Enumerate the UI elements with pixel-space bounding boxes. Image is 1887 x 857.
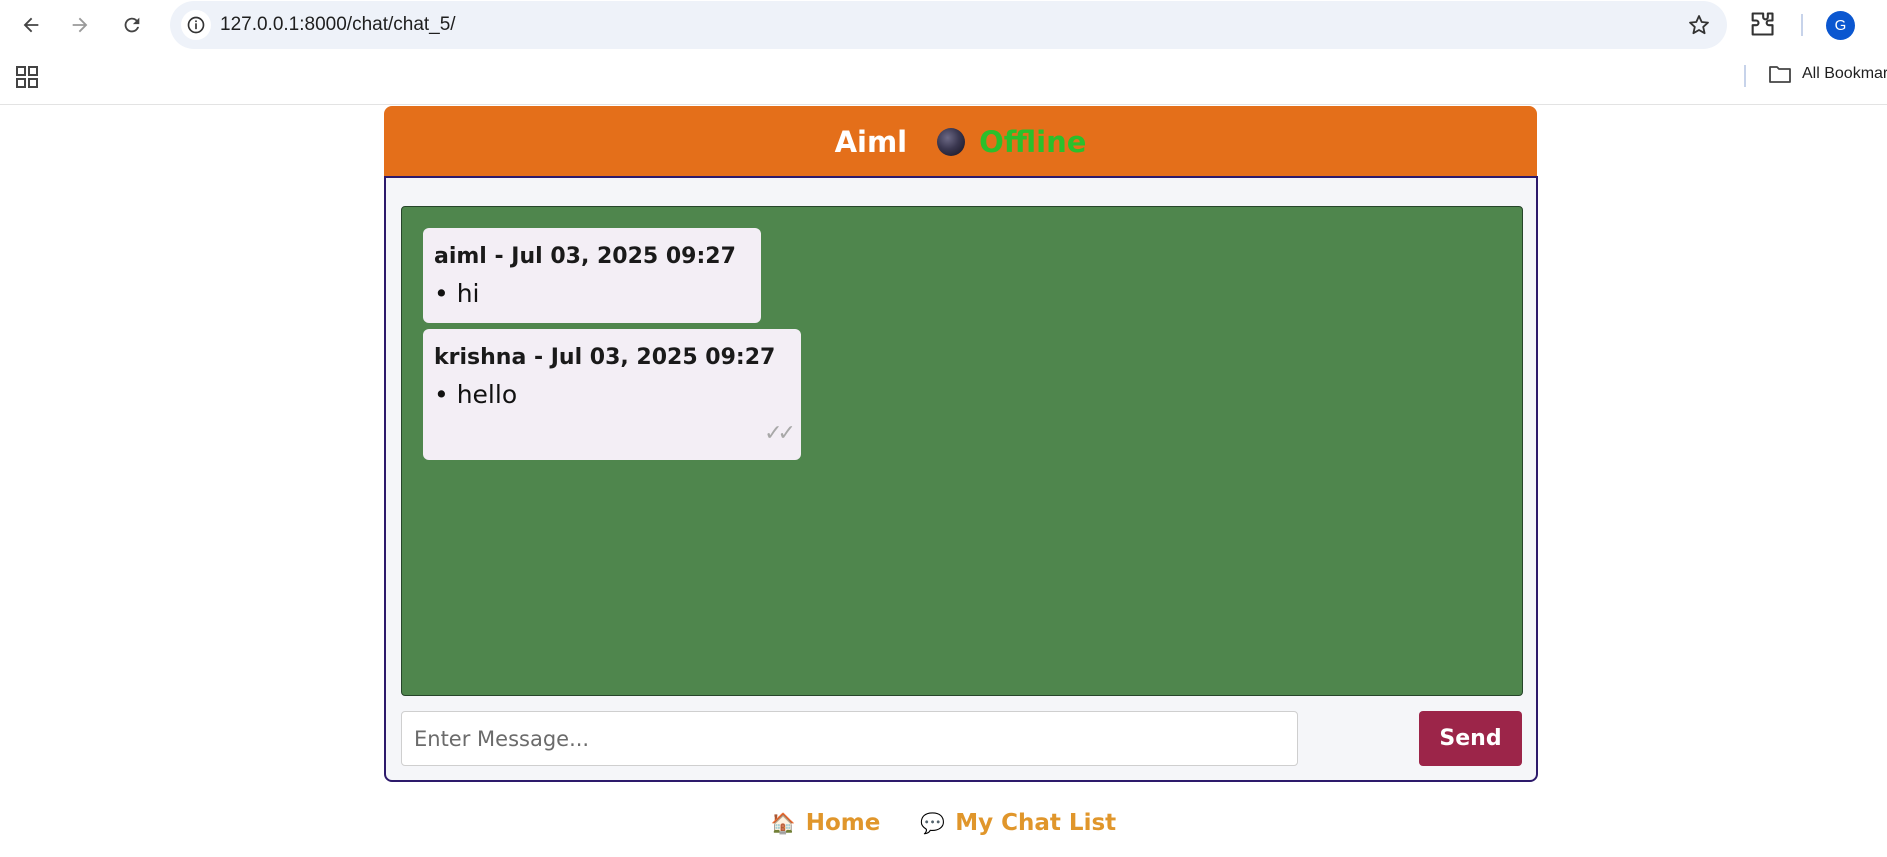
home-link[interactable]: 🏠 Home <box>771 810 881 836</box>
chat-list-link-label: My Chat List <box>955 810 1117 836</box>
chat-header: Aiml Offline <box>384 106 1537 177</box>
reload-icon <box>124 17 140 33</box>
site-info-button[interactable] <box>181 10 211 40</box>
message-input[interactable] <box>401 711 1298 766</box>
browser-toolbar: 127.0.0.1:8000/chat/chat_5/ G <box>0 0 1887 50</box>
chat-container: aiml - Jul 03, 2025 09:27 hi krishna - J… <box>384 176 1538 782</box>
message-text: hello <box>434 380 790 409</box>
status-text: Offline <box>979 124 1087 159</box>
footer-links: 🏠 Home 💬 My Chat List <box>0 810 1887 836</box>
message-list[interactable]: aiml - Jul 03, 2025 09:27 hi krishna - J… <box>401 206 1523 696</box>
message-bubble: aiml - Jul 03, 2025 09:27 hi <box>423 228 761 323</box>
message-bubble: krishna - Jul 03, 2025 09:27 hello ✓✓ <box>423 329 801 460</box>
address-bar[interactable]: 127.0.0.1:8000/chat/chat_5/ <box>170 1 1727 49</box>
url-text[interactable]: 127.0.0.1:8000/chat/chat_5/ <box>220 14 456 36</box>
toolbar-divider <box>1801 14 1803 36</box>
reload-button[interactable] <box>114 7 150 43</box>
send-button[interactable]: Send <box>1419 711 1522 766</box>
read-receipt-icon: ✓✓ <box>764 421 796 446</box>
forward-arrow-icon <box>72 17 88 33</box>
house-icon: 🏠 <box>770 811 796 835</box>
site-info-icon <box>187 16 205 34</box>
message-text: hi <box>434 279 750 308</box>
bookmark-star-icon[interactable] <box>1687 13 1711 37</box>
chat-list-link[interactable]: 💬 My Chat List <box>920 810 1116 836</box>
message-meta: krishna - Jul 03, 2025 09:27 <box>434 345 776 370</box>
bookmarks-bar: All Bookmarks <box>0 50 1887 105</box>
speech-bubble-icon: 💬 <box>920 811 946 835</box>
profile-avatar[interactable]: G <box>1826 11 1855 40</box>
back-arrow-icon <box>23 17 39 33</box>
extensions-icon[interactable] <box>1748 10 1776 38</box>
apps-grid-icon[interactable] <box>16 66 38 88</box>
all-bookmarks-label: All Bookmarks <box>1802 65 1887 82</box>
bookmarks-divider <box>1744 65 1746 87</box>
message-meta: aiml - Jul 03, 2025 09:27 <box>434 244 736 269</box>
forward-button[interactable] <box>62 7 98 43</box>
home-link-label: Home <box>805 810 881 836</box>
all-bookmarks-button[interactable]: All Bookmarks <box>1768 64 1887 84</box>
status-dot-icon <box>937 127 966 156</box>
back-button[interactable] <box>13 7 49 43</box>
chat-title: Aiml <box>834 124 908 159</box>
folder-icon <box>1769 66 1791 83</box>
